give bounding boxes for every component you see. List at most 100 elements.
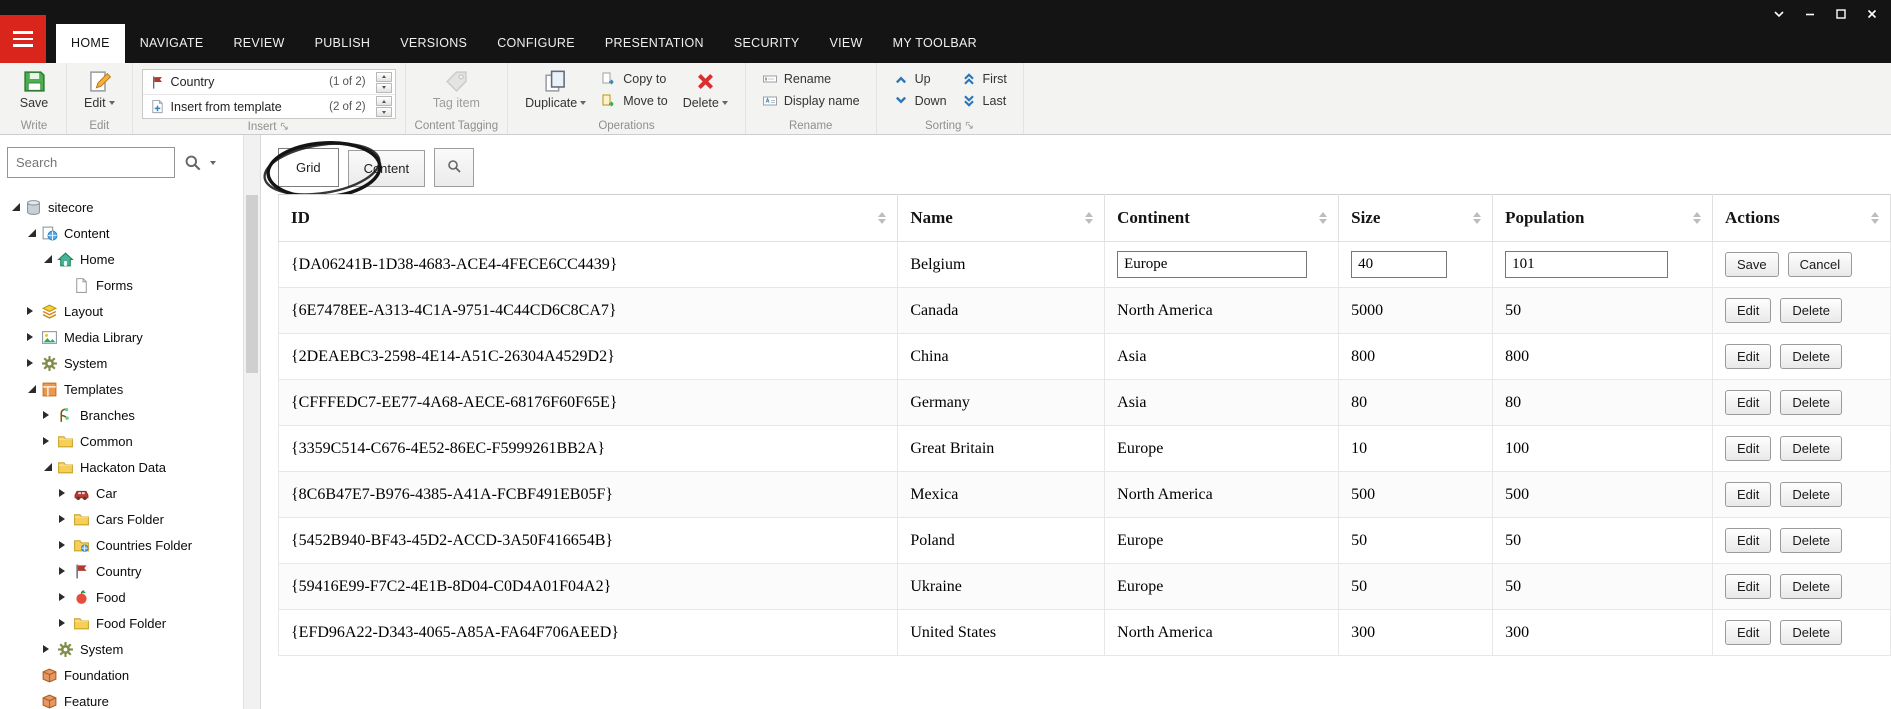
column-header-name[interactable]: Name — [898, 195, 1105, 242]
editor-tab-content[interactable]: Content — [348, 150, 426, 187]
tree-item-food[interactable]: Food — [4, 584, 243, 610]
ribbon-button-duplicate[interactable]: Duplicate — [517, 65, 594, 110]
tree-expand-arrow[interactable] — [24, 359, 39, 367]
ribbon-tab-security[interactable]: SECURITY — [719, 24, 815, 63]
column-header-size[interactable]: Size — [1339, 195, 1493, 242]
edit-button[interactable]: Edit — [1725, 620, 1771, 645]
ribbon-tab-home[interactable]: HOME — [56, 24, 125, 63]
tree-item-media-library[interactable]: Media Library — [4, 324, 243, 350]
ribbon-button-rename[interactable]: Rename — [762, 70, 860, 88]
tree-expand-arrow[interactable] — [40, 411, 55, 419]
tree-item-country[interactable]: Country — [4, 558, 243, 584]
ribbon-button-move-to[interactable]: Move to — [601, 92, 667, 110]
scrollbar-thumb[interactable] — [246, 195, 258, 373]
column-header-actions[interactable]: Actions — [1713, 195, 1891, 242]
tree-expand-arrow[interactable] — [56, 489, 71, 497]
ribbon-tab-presentation[interactable]: PRESENTATION — [590, 24, 719, 63]
delete-button[interactable]: Delete — [1780, 390, 1842, 415]
edit-button[interactable]: Edit — [1725, 436, 1771, 461]
tree-expand-arrow[interactable] — [24, 385, 39, 393]
edit-button[interactable]: Edit — [1725, 390, 1771, 415]
tree-expand-arrow[interactable] — [56, 515, 71, 523]
tree-item-cars-folder[interactable]: Cars Folder — [4, 506, 243, 532]
tree-expand-arrow[interactable] — [56, 541, 71, 549]
ribbon-tab-publish[interactable]: PUBLISH — [300, 24, 386, 63]
tree-item-forms[interactable]: Forms — [4, 272, 243, 298]
edit-button[interactable]: Edit — [1725, 298, 1771, 323]
tree-item-car[interactable]: Car — [4, 480, 243, 506]
delete-button[interactable]: Delete — [1780, 436, 1842, 461]
ribbon-tab-my-toolbar[interactable]: MY TOOLBAR — [878, 24, 992, 63]
ribbon-tab-configure[interactable]: CONFIGURE — [482, 24, 590, 63]
tree-expand-arrow[interactable] — [40, 255, 55, 263]
ribbon-button-display-name[interactable]: Display name — [762, 92, 860, 110]
cancel-button[interactable]: Cancel — [1788, 252, 1852, 277]
delete-button[interactable]: Delete — [1780, 298, 1842, 323]
edit-button[interactable]: Edit — [1725, 528, 1771, 553]
ribbon-tab-versions[interactable]: VERSIONS — [385, 24, 482, 63]
edit-button[interactable]: Edit — [1725, 482, 1771, 507]
tree-item-food-folder[interactable]: Food Folder — [4, 610, 243, 636]
tree-expand-arrow[interactable] — [40, 645, 55, 653]
tree-item-layout[interactable]: Layout — [4, 298, 243, 324]
tree-expand-arrow[interactable] — [24, 333, 39, 341]
tree-scrollbar[interactable] — [243, 135, 260, 709]
insert-option-insert-from-template[interactable]: Insert from template(2 of 2) — [143, 94, 395, 118]
edit-button[interactable]: Edit — [1725, 574, 1771, 599]
tree-item-system[interactable]: System — [4, 350, 243, 376]
ribbon-button-down[interactable]: Down — [893, 92, 947, 110]
delete-button[interactable]: Delete — [1780, 620, 1842, 645]
tree-item-home[interactable]: Home — [4, 246, 243, 272]
ribbon-button-save[interactable]: Save — [11, 65, 57, 110]
tree-expand-arrow[interactable] — [24, 307, 39, 315]
tree-expand-arrow[interactable] — [56, 593, 71, 601]
hamburger-menu-button[interactable] — [0, 15, 46, 63]
editor-tab-search[interactable] — [434, 148, 474, 187]
tree-item-templates[interactable]: Templates — [4, 376, 243, 402]
tree-expand-arrow[interactable] — [40, 437, 55, 445]
tree-item-content[interactable]: Content — [4, 220, 243, 246]
minimize-button[interactable] — [1803, 7, 1817, 21]
editor-tab-grid[interactable]: Grid — [278, 148, 339, 187]
column-header-continent[interactable]: Continent — [1105, 195, 1339, 242]
delete-button[interactable]: Delete — [1780, 574, 1842, 599]
maximize-button[interactable] — [1834, 7, 1848, 21]
tree-expand-arrow[interactable] — [8, 203, 23, 211]
search-options-dropdown[interactable] — [210, 158, 216, 168]
tree-expand-arrow[interactable] — [40, 463, 55, 471]
search-input[interactable] — [7, 147, 175, 178]
tree-expand-arrow[interactable] — [56, 619, 71, 627]
tree-expand-arrow[interactable] — [56, 567, 71, 575]
ribbon-tab-view[interactable]: VIEW — [814, 24, 877, 63]
spinner-down-button[interactable] — [376, 83, 392, 93]
tree-item-foundation[interactable]: Foundation — [4, 662, 243, 688]
ribbon-button-delete[interactable]: Delete — [675, 65, 736, 110]
spinner-up-button[interactable] — [376, 72, 392, 82]
column-header-id[interactable]: ID — [279, 195, 898, 242]
ribbon-tab-navigate[interactable]: NAVIGATE — [125, 24, 219, 63]
tree-item-feature[interactable]: Feature — [4, 688, 243, 709]
ribbon-button-copy-to[interactable]: Copy to — [601, 70, 667, 88]
tree-expand-arrow[interactable] — [24, 229, 39, 237]
tree-item-system[interactable]: System — [4, 636, 243, 662]
edit-button[interactable]: Edit — [1725, 344, 1771, 369]
spinner-down-button[interactable] — [376, 107, 392, 117]
ribbon-button-edit[interactable]: Edit — [76, 65, 123, 110]
continent-input[interactable] — [1117, 251, 1307, 278]
tree-item-common[interactable]: Common — [4, 428, 243, 454]
tree-item-hackaton-data[interactable]: Hackaton Data — [4, 454, 243, 480]
delete-button[interactable]: Delete — [1780, 344, 1842, 369]
save-button[interactable]: Save — [1725, 252, 1779, 277]
insert-option-country[interactable]: Country(1 of 2) — [143, 70, 395, 94]
delete-button[interactable]: Delete — [1780, 482, 1842, 507]
search-button[interactable] — [183, 153, 202, 172]
tree-item-branches[interactable]: Branches — [4, 402, 243, 428]
ribbon-button-first[interactable]: First — [961, 70, 1007, 88]
delete-button[interactable]: Delete — [1780, 528, 1842, 553]
tree-item-countries-folder[interactable]: Countries Folder — [4, 532, 243, 558]
spinner-up-button[interactable] — [376, 96, 392, 106]
ribbon-button-last[interactable]: Last — [961, 92, 1007, 110]
size-input[interactable] — [1351, 251, 1447, 278]
population-input[interactable] — [1505, 251, 1668, 278]
ribbon-collapse-button[interactable] — [1772, 7, 1786, 21]
